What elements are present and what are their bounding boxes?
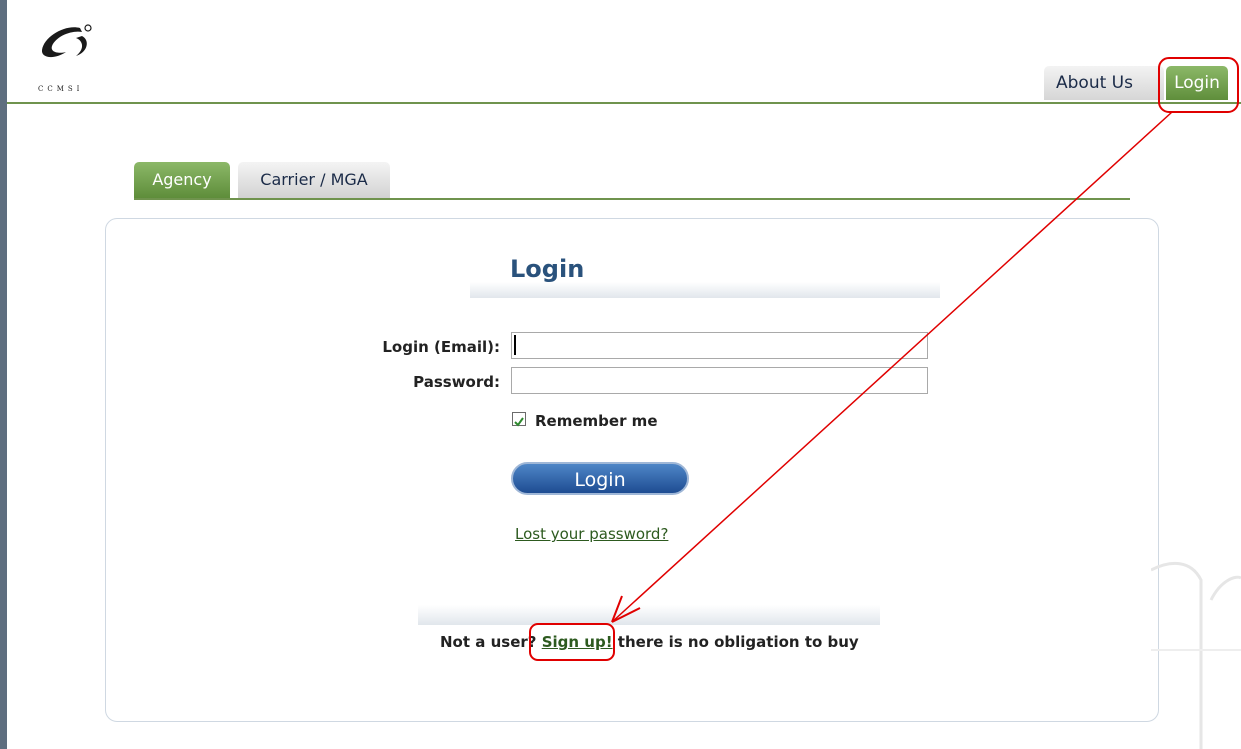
checkmark-icon: [514, 417, 524, 427]
login-button[interactable]: Login: [511, 462, 689, 495]
left-edge-bar: [0, 0, 7, 749]
signup-link[interactable]: Sign up!: [542, 633, 613, 651]
nav-login[interactable]: Login: [1166, 66, 1228, 100]
login-title: Login: [510, 255, 585, 283]
nav-about-us[interactable]: About Us: [1044, 66, 1164, 100]
signup-suffix: there is no obligation to buy: [617, 633, 859, 651]
title-underline: [470, 282, 940, 298]
background-decoration: [1151, 561, 1241, 749]
password-label: Password:: [413, 373, 500, 391]
remember-me-label[interactable]: Remember me: [535, 412, 658, 430]
nav-divider: [7, 102, 1241, 104]
text-cursor: [514, 335, 516, 355]
signup-divider: [418, 605, 880, 625]
tab-carrier-mga[interactable]: Carrier / MGA: [238, 162, 390, 198]
remember-me-checkbox[interactable]: [512, 412, 526, 427]
logo-swirl-icon: [41, 24, 92, 58]
logo-wordmark: CCMSI: [38, 85, 84, 93]
ccmsi-logo[interactable]: CCMSI: [36, 22, 126, 93]
email-field[interactable]: [511, 332, 928, 359]
lost-password-link[interactable]: Lost your password?: [515, 525, 668, 543]
password-field[interactable]: [511, 367, 928, 394]
tab-agency[interactable]: Agency: [134, 162, 230, 198]
email-label: Login (Email):: [382, 338, 500, 356]
signup-prefix: Not a user?: [440, 633, 537, 651]
signup-row: Not a user? Sign up! there is no obligat…: [440, 633, 859, 651]
tab-divider: [134, 198, 1130, 200]
